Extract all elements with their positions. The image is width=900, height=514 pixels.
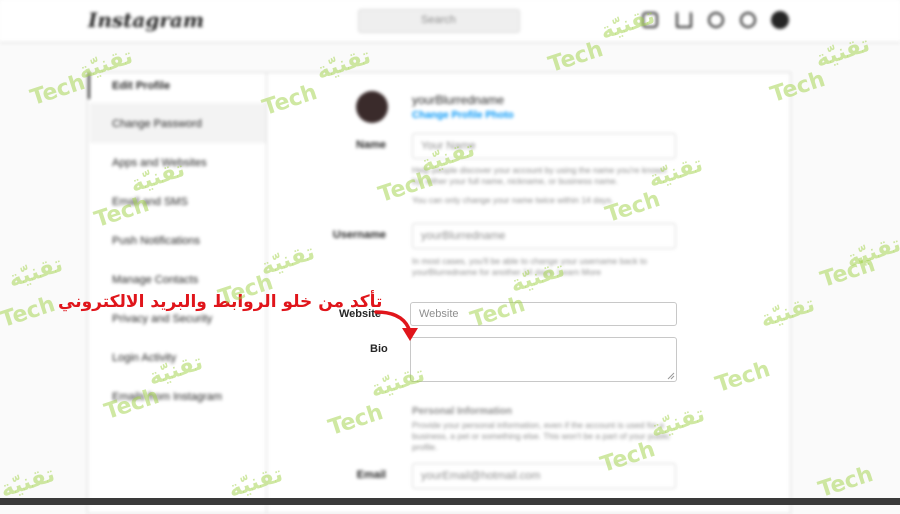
sidebar-item-emails-from-instagram[interactable]: Emails from Instagram — [112, 391, 222, 403]
bio-label: Bio — [370, 343, 388, 355]
active-item-indicator — [88, 73, 90, 99]
name-field[interactable]: Your Name — [412, 133, 676, 159]
sidebar-item-email-sms[interactable]: Email and SMS — [112, 196, 188, 208]
change-profile-photo-link[interactable]: Change Profile Photo — [412, 110, 514, 121]
name-help-text: Help people discover your account by usi… — [412, 165, 667, 186]
sidebar-item-privacy-security[interactable]: Privacy and Security — [112, 313, 212, 325]
name-label: Name — [356, 139, 386, 151]
website-placeholder: Website — [419, 308, 459, 320]
personal-information-help: Provide your personal information, even … — [412, 420, 671, 452]
profile-avatar-icon[interactable] — [771, 11, 789, 29]
resize-handle-icon[interactable] — [667, 372, 675, 380]
username-field[interactable]: yourBlurredname — [412, 223, 676, 249]
bottom-edge-bar — [0, 498, 900, 505]
website-field[interactable]: Website — [410, 302, 677, 326]
instagram-logo[interactable]: Instagram — [88, 8, 204, 32]
bio-textarea[interactable] — [410, 337, 677, 382]
annotation-text: تأكد من خلو الروابط والبريد الالكتروني — [58, 292, 383, 312]
sidebar-item-push-notifications[interactable]: Push Notifications — [112, 235, 200, 247]
search-placeholder: Search — [421, 14, 456, 26]
search-input[interactable]: Search — [358, 9, 520, 33]
top-navigation-bar: Instagram Search — [0, 0, 900, 43]
username-label: Username — [332, 229, 386, 241]
blurred-instagram-settings: Instagram Search Edit Profile Change Pas… — [0, 0, 900, 514]
sidebar-item-login-activity[interactable]: Login Activity — [112, 352, 176, 364]
profile-username: yourBlurredname — [412, 93, 505, 107]
home-icon[interactable] — [642, 12, 658, 28]
sidebar-item-manage-contacts[interactable]: Manage Contacts — [112, 274, 198, 286]
sidebar-item-edit-profile[interactable]: Edit Profile — [112, 80, 170, 92]
heart-icon[interactable] — [740, 12, 756, 28]
profile-photo[interactable] — [356, 91, 388, 123]
name-change-limit-text: You can only change your name twice with… — [412, 195, 614, 205]
sidebar-item-change-password[interactable]: Change Password — [112, 118, 202, 130]
sidebar-item-apps-websites[interactable]: Apps and Websites — [112, 157, 207, 169]
direct-icon[interactable] — [676, 12, 692, 28]
explore-icon[interactable] — [708, 12, 724, 28]
annotation-arrow-icon — [374, 310, 418, 341]
email-label: Email — [356, 469, 386, 481]
personal-information-title: Personal Information — [412, 406, 513, 417]
username-help-text: In most cases, you'll be able to change … — [412, 256, 648, 277]
email-field[interactable]: yourEmail@hotmail.com — [412, 463, 676, 489]
